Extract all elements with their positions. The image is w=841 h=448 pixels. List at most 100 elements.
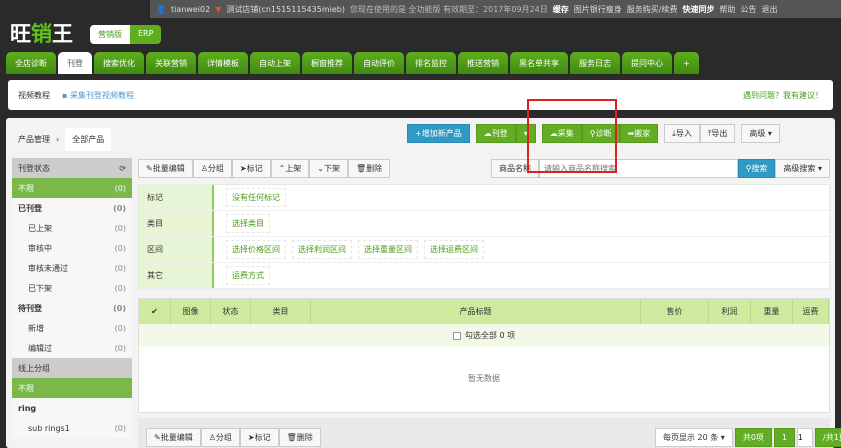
version-switch: 营销版 ERP xyxy=(90,25,162,44)
column-header: 状态 xyxy=(211,299,251,324)
video-tutorial-link[interactable]: ▪ 采集刊登视频教程 xyxy=(62,90,134,101)
toolbar-label: 分组 xyxy=(215,433,232,442)
sidebar-item[interactable]: sub rings1 (0) xyxy=(12,418,132,438)
tab-3[interactable]: 关联营销 xyxy=(146,52,196,74)
tab-4[interactable]: 详情模板 xyxy=(198,52,248,74)
tab-13[interactable]: + xyxy=(674,52,699,74)
filter-option[interactable]: 选择类目 xyxy=(226,214,270,233)
refresh-icon[interactable]: ⟳ xyxy=(119,164,126,173)
filter-row: 区间 选择价格区间 选择利润区间 选择重量区间 选择运费区间 xyxy=(139,237,829,263)
filter-option[interactable]: 运费方式 xyxy=(226,266,270,285)
total-count: 共0项 xyxy=(734,428,772,447)
sidebar-item[interactable]: 新增 (0) xyxy=(12,318,132,338)
product-table: ✔ 图像 状态 类目 产品标题 售价 利润 重量 运费 勾选全部 0 项 暂无数据 xyxy=(138,298,830,413)
version-marketing[interactable]: 营销版 xyxy=(90,25,130,44)
sidebar-item-label: ring xyxy=(18,403,37,413)
top-link[interactable]: 帮助 xyxy=(719,4,735,15)
sidebar-item[interactable]: 刊登状态 ⟳ xyxy=(12,158,132,178)
toolbar-icon: ♙ xyxy=(208,433,216,442)
tab-12[interactable]: 提问中心 xyxy=(622,52,672,74)
import-button[interactable]: ⤓ 导入 xyxy=(664,124,700,143)
toolbar-icon: ✎ xyxy=(146,164,153,173)
sidebar-item[interactable]: 不限 (0) xyxy=(12,178,132,198)
publish-button[interactable]: ☁ 刊登 xyxy=(475,124,516,143)
advanced-search-button[interactable]: 高级搜索 ▾ xyxy=(775,159,830,178)
per-page-select[interactable]: 每页显示 20 条 ▾ xyxy=(655,428,733,447)
tab-0[interactable]: 全店诊断 xyxy=(6,52,56,74)
sidebar-item[interactable]: 审核中 (0) xyxy=(12,238,132,258)
tab-1[interactable]: 刊登 xyxy=(58,52,92,74)
tab-9[interactable]: 推送营销 xyxy=(458,52,508,74)
total-pages: /共1页 xyxy=(815,428,841,447)
bottom-toolbar-button[interactable]: 🗑 删除 xyxy=(278,428,321,447)
top-link[interactable]: 服务购买/续费 xyxy=(627,4,678,15)
tab-7[interactable]: 自动评价 xyxy=(354,52,404,74)
bottom-toolbar-button[interactable]: ♙ 分组 xyxy=(200,428,240,447)
bottom-toolbar-button[interactable]: ➤ 标记 xyxy=(239,428,279,447)
empty-message: 暂无数据 xyxy=(468,374,500,383)
page-current[interactable]: 1 xyxy=(773,428,796,447)
sidebar-item[interactable]: 审核未通过 (0) xyxy=(12,258,132,278)
toolbar-label: 批量编辑 xyxy=(160,433,193,442)
feedback-link[interactable]: 遇到问题？我有建议！ xyxy=(743,90,823,101)
tab-5[interactable]: 自动上架 xyxy=(250,52,300,74)
filter-option[interactable]: 没有任何标记 xyxy=(226,188,286,207)
sidebar-item-label: 已下架 xyxy=(28,283,52,293)
toolbar-button[interactable]: ➤ 标记 xyxy=(231,159,271,178)
tab-6[interactable]: 橱窗推荐 xyxy=(302,52,352,74)
subscription-notice: 您现在使用的是 全功能版 有效期至：2017年09月24日 xyxy=(349,4,548,14)
filter-option[interactable]: 选择运费区间 xyxy=(424,240,484,259)
top-link[interactable]: 公告 xyxy=(740,4,756,15)
column-header: 运费 xyxy=(793,299,829,324)
select-all-row[interactable]: 勾选全部 0 项 xyxy=(139,324,829,347)
breadcrumb-current[interactable]: 全部产品 xyxy=(65,128,112,151)
breadcrumb-root[interactable]: 产品管理 xyxy=(18,134,50,145)
column-header: 售价 xyxy=(641,299,709,324)
top-link[interactable]: 图片银行瘦身 xyxy=(574,4,622,15)
sidebar-item[interactable]: 已刊登 (0) xyxy=(12,198,132,218)
sidebar-item[interactable]: 线上分组 xyxy=(12,358,132,378)
top-link[interactable]: 退出 xyxy=(761,4,777,15)
filter-option[interactable]: 选择利润区间 xyxy=(292,240,352,259)
toolbar-button[interactable]: ♙ 分组 xyxy=(192,159,232,178)
sidebar-item-count: (0) xyxy=(114,323,126,333)
version-erp[interactable]: ERP xyxy=(130,25,162,44)
toolbar-button[interactable]: ⌃ 上架 xyxy=(270,159,310,178)
toolbar-button[interactable]: ✎ 批量编辑 xyxy=(138,159,193,178)
tab-2[interactable]: 搜索优化 xyxy=(94,52,144,74)
sidebar-item-label: 审核中 xyxy=(28,243,52,253)
toolbar-button[interactable]: ⌄ 下架 xyxy=(309,159,348,178)
bottom-toolbar: ✎ 批量编辑 ♙ 分组 ➤ 标记 🗑 删除 xyxy=(146,428,321,447)
export-button[interactable]: ⤒ 导出 xyxy=(699,124,736,143)
filter-row: 其它 运费方式 xyxy=(139,263,829,289)
shop-selector[interactable]: 测试店铺(cn1515115435mieb) xyxy=(226,4,345,15)
sidebar-item[interactable]: 不限 xyxy=(12,378,132,398)
add-product-button[interactable]: +增加新产品 xyxy=(407,124,470,143)
sidebar-item[interactable]: 已下架 (0) xyxy=(12,278,132,298)
sidebar-item[interactable]: ring xyxy=(12,398,132,418)
shop-icon: ▼ xyxy=(215,4,222,14)
sidebar-item[interactable]: 待刊登 (0) xyxy=(12,298,132,318)
filter-option[interactable]: 选择重量区间 xyxy=(358,240,418,259)
top-link[interactable]: 快速同步 xyxy=(682,4,714,15)
tab-11[interactable]: 服务日志 xyxy=(570,52,620,74)
sidebar-item-label: 刊登状态 xyxy=(18,163,50,173)
username[interactable]: tianwei02 xyxy=(171,5,210,14)
advanced-button[interactable]: 高级 ▾ xyxy=(741,124,780,143)
tab-10[interactable]: 黑名单共享 xyxy=(510,52,568,74)
sidebar-item[interactable]: 已上架 (0) xyxy=(12,218,132,238)
column-header[interactable]: ✔ xyxy=(139,299,171,324)
move-button[interactable]: ➦ 搬家 xyxy=(619,124,659,143)
toolbar-icon: ♙ xyxy=(200,164,208,173)
select-all-checkbox[interactable] xyxy=(452,331,461,340)
filter-option[interactable]: 选择价格区间 xyxy=(226,240,286,259)
filter-panel: 标记 没有任何标记 类目 选择类目 区间 选择价格区间 选择利润区间 选择重量区间 选择运费区间… xyxy=(138,184,830,290)
tab-8[interactable]: 排名监控 xyxy=(406,52,456,74)
toolbar-button[interactable]: 🗑 删除 xyxy=(347,159,391,178)
top-link[interactable]: 缓存 xyxy=(553,4,569,15)
toolbar-icon: 🗑 xyxy=(355,164,367,173)
sidebar-item[interactable]: 编辑过 (0) xyxy=(12,338,132,358)
page-input[interactable] xyxy=(797,428,814,447)
bottom-toolbar-button[interactable]: ✎ 批量编辑 xyxy=(146,428,201,447)
search-button[interactable]: ⚲ 搜索 xyxy=(737,159,776,178)
